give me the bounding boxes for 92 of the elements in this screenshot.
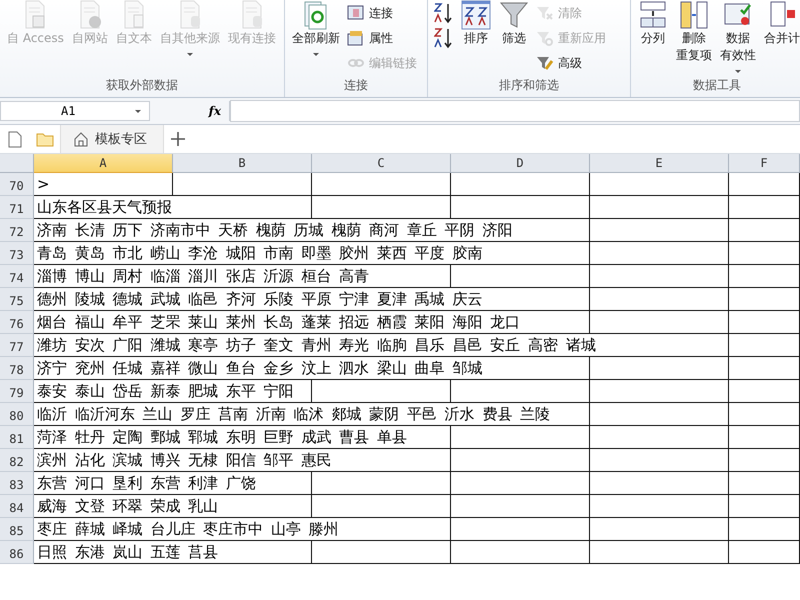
caret-icon [186, 53, 193, 56]
table-cell [729, 265, 800, 288]
row-header[interactable]: 75 [0, 288, 34, 311]
table-cell: 菏泽 牡丹 定陶 鄄城 郓城 东明 巨野 成武 曹县 单县 [34, 426, 451, 449]
funnel-icon [536, 4, 554, 22]
row-header[interactable]: 82 [0, 449, 34, 472]
row-header[interactable]: 79 [0, 380, 34, 403]
sort-descending-icon [434, 27, 454, 49]
row-header[interactable]: 84 [0, 495, 34, 518]
caret-icon [313, 53, 319, 56]
columns-icon [638, 0, 668, 30]
table-cell: 山东各区县天气预报 [34, 196, 312, 219]
caret-icon [735, 70, 741, 73]
table-cell [729, 426, 800, 449]
group-label: 数据工具 [692, 77, 742, 94]
column-header[interactable]: E [590, 154, 729, 173]
table-cell: 德州 陵城 德城 武城 临邑 齐河 乐陵 平原 宁津 夏津 禹城 庆云 [34, 288, 590, 311]
ribbon-button[interactable]: 高级 [534, 52, 608, 74]
row-header[interactable]: 81 [0, 426, 34, 449]
table-cell [729, 541, 800, 564]
group-label: 排序和筛选 [498, 77, 560, 94]
table-cell: 泰安 泰山 岱岳 新泰 肥城 东平 宁阳 [34, 380, 312, 403]
ribbon-button[interactable]: 筛选 [496, 0, 532, 47]
column-header[interactable]: C [312, 154, 451, 173]
row-header[interactable]: 83 [0, 472, 34, 495]
row-header[interactable]: 71 [0, 196, 34, 219]
name-box[interactable]: A1 [0, 101, 150, 121]
table-cell [729, 219, 800, 242]
caret-icon [135, 110, 141, 112]
ribbon-button[interactable]: 数据 有效性 [717, 0, 759, 73]
table-cell [729, 403, 800, 426]
ribbon-button[interactable]: 分列 [635, 0, 671, 47]
table-icon [679, 0, 709, 30]
row-header[interactable]: 70 [0, 173, 34, 196]
column-header[interactable]: D [451, 154, 590, 173]
table-cell [729, 288, 800, 311]
table-cell [729, 380, 800, 403]
group-label: 获取外部数据 [105, 77, 179, 94]
row-header[interactable]: 74 [0, 265, 34, 288]
table-cell [729, 495, 800, 518]
table-cell [729, 334, 800, 357]
properties-icon [347, 29, 365, 47]
ribbon-button[interactable]: 合并计 [761, 0, 800, 47]
row-header[interactable]: 73 [0, 242, 34, 265]
table-cell: 临沂 临沂河东 兰山 罗庄 莒南 沂南 临沭 郯城 蒙阴 平邑 沂水 费县 兰陵 [34, 403, 590, 426]
row-header[interactable]: 85 [0, 518, 34, 541]
table-cell: 烟台 福山 牟平 芝罘 莱山 莱州 长岛 蓬莱 招远 栖霞 莱阳 海阳 龙口 [34, 311, 590, 334]
plus-icon[interactable] [171, 132, 185, 146]
sort-ascending-icon [434, 2, 454, 24]
table-cell [729, 449, 800, 472]
table-cell [729, 173, 800, 196]
table-cell [729, 242, 800, 265]
column-header[interactable]: F [729, 154, 800, 173]
tab[interactable]: 模板专区 [60, 125, 164, 153]
table-cell: 潍坊 安次 广阳 潍城 寒亭 坊子 奎文 青州 寿光 临朐 昌乐 昌邑 安丘 高密 诸城 [34, 334, 729, 357]
ribbon-button[interactable]: 连接 [345, 2, 419, 24]
ribbon-button[interactable]: 删除 重复项 [673, 0, 715, 64]
table-cell: 滨州 沾化 滨城 博兴 无棣 阳信 邹平 惠民 [34, 449, 451, 472]
table-cell: 东营 河口 垦利 东营 利津 广饶 [34, 472, 312, 495]
table-cell [729, 518, 800, 541]
funnel-icon [536, 54, 554, 72]
filter-icon [499, 0, 529, 30]
table-cell [729, 311, 800, 334]
ribbon-button[interactable]: 属性 [345, 27, 419, 49]
row-header[interactable]: 78 [0, 357, 34, 380]
home-icon [73, 131, 89, 147]
row-header[interactable]: 86 [0, 541, 34, 564]
table-cell [729, 196, 800, 219]
table-cell: 青岛 黄岛 市北 崂山 李沧 城阳 市南 即墨 胶州 莱西 平度 胶南 [34, 242, 590, 265]
ribbon-button[interactable]: 排序 [458, 0, 494, 47]
sort-icon [461, 0, 491, 30]
table-cell [729, 472, 800, 495]
column-header[interactable]: A [34, 154, 173, 173]
table-cell: 济宁 兖州 任城 嘉祥 微山 鱼台 金乡 汶上 泗水 梁山 曲阜 邹城 [34, 357, 590, 380]
table-cell: 淄博 博山 周村 临淄 淄川 张店 沂源 桓台 高青 [34, 265, 451, 288]
row-header[interactable]: 76 [0, 311, 34, 334]
row-header[interactable]: 72 [0, 219, 34, 242]
table-cell [729, 357, 800, 380]
row-header[interactable]: 77 [0, 334, 34, 357]
table-cell: > [34, 173, 173, 196]
formula-field[interactable] [230, 100, 800, 122]
table-cell: 枣庄 薛城 峄城 台儿庄 枣庄市中 山亭 滕州 [34, 518, 451, 541]
group-label: 连接 [343, 77, 369, 94]
row-header[interactable]: 80 [0, 403, 34, 426]
column-header[interactable]: B [173, 154, 312, 173]
table-cell: 日照 东港 岚山 五莲 莒县 [34, 541, 312, 564]
connection-icon [347, 4, 365, 22]
document-icon[interactable] [8, 130, 22, 148]
ribbon-button[interactable]: 全部刷新 [289, 0, 343, 56]
funnel-icon [536, 29, 554, 47]
table-cell: 济南 长清 历下 济南市中 天桥 槐荫 历城 槐荫 商河 章丘 平阴 济阳 [34, 219, 590, 242]
table-cell: 威海 文登 环翠 荣成 乳山 [34, 495, 312, 518]
